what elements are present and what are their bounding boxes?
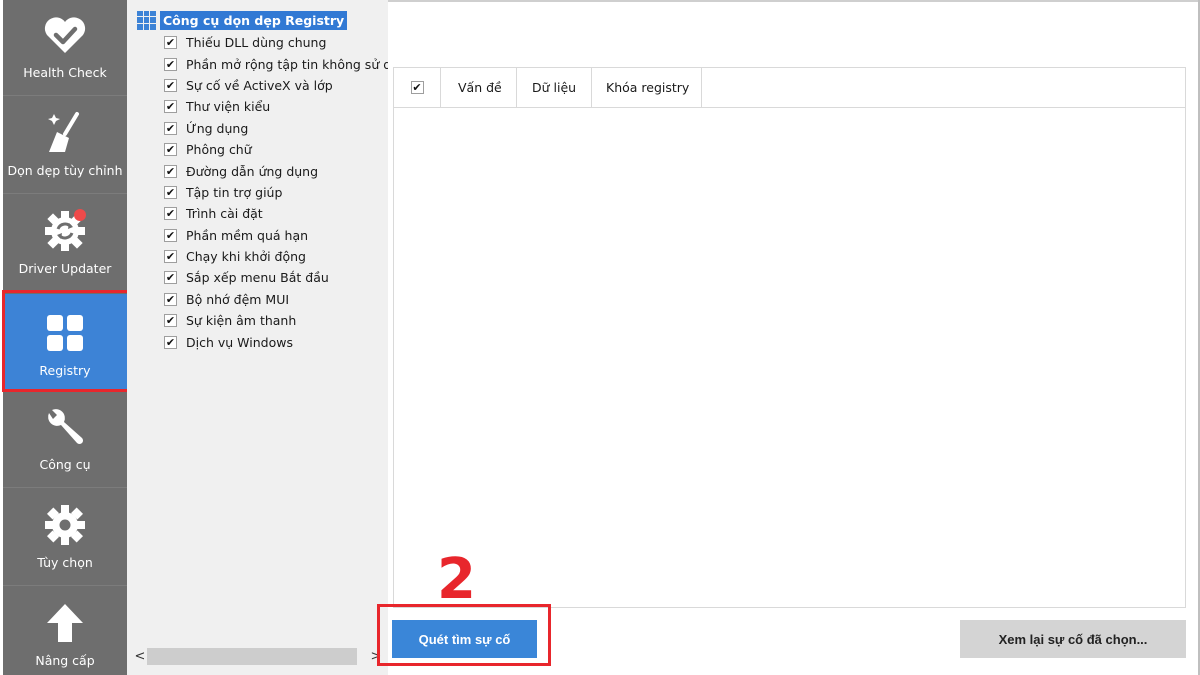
results-header: ✔ Vấn đề Dữ liệu Khóa registry [394, 68, 1185, 108]
tree-item-label: Phông chữ [186, 142, 252, 158]
checkbox[interactable]: ✔ [164, 271, 177, 285]
tree-item-label: Chạy khi khởi động [186, 249, 306, 265]
tree-item-label: Đường dẫn ứng dụng [186, 163, 319, 179]
nav-label: Health Check [23, 65, 107, 80]
checkbox[interactable]: ✔ [164, 185, 177, 199]
tree-item[interactable]: ✔ Sắp xếp menu Bắt đầu [164, 267, 388, 288]
tree-item-label: Phần mềm quá hạn [186, 227, 309, 243]
checkbox[interactable]: ✔ [164, 250, 177, 264]
tree-item-label: Dịch vụ Windows [186, 334, 293, 350]
tree-root[interactable]: Công cụ dọn dẹp Registry [137, 10, 348, 30]
step-2-label: 2 [437, 547, 476, 612]
tree-item[interactable]: ✔ Bộ nhớ đệm MUI [164, 289, 388, 310]
review-selected-issues-button[interactable]: Xem lại sự cố đã chọn... [960, 620, 1186, 658]
nav-upgrade[interactable]: Nâng cấp [3, 588, 127, 675]
tree-item-label: Sự kiện âm thanh [186, 313, 297, 329]
checkbox[interactable]: ✔ [164, 164, 177, 178]
checkbox[interactable]: ✔ [164, 335, 177, 349]
tree-item-label: Phần mở rộng tập tin không sử dụ [186, 56, 388, 72]
checkbox[interactable]: ✔ [164, 121, 177, 135]
nav-label: Công cụ [39, 457, 91, 472]
grid-icon [137, 10, 156, 30]
nav-label: Dọn dẹp tùy chỉnh [7, 163, 123, 178]
gear-icon [42, 502, 88, 548]
broom-icon [42, 110, 88, 156]
tree-item-label: Trình cài đặt [186, 206, 263, 222]
scroll-left-icon[interactable]: < [133, 649, 147, 664]
nav-tools[interactable]: Công cụ [3, 392, 127, 488]
tree-root-label: Công cụ dọn dẹp Registry [160, 10, 348, 30]
tree-item[interactable]: ✔ Phông chữ [164, 139, 388, 160]
checkbox[interactable]: ✔ [164, 78, 177, 92]
nav-label: Tùy chọn [37, 555, 93, 570]
tree-item[interactable]: ✔ Đường dẫn ứng dụng [164, 160, 388, 181]
checkbox[interactable]: ✔ [164, 207, 177, 221]
tree-item-label: Sự cố về ActiveX và lớp [186, 77, 333, 93]
registry-highlight-box [2, 290, 130, 392]
tree-item-label: Ứng dụng [186, 120, 249, 136]
scroll-thumb[interactable] [147, 647, 357, 665]
scan-issues-button[interactable]: Quét tìm sự cố [392, 620, 537, 658]
tree-item[interactable]: ✔ Phần mở rộng tập tin không sử dụ [164, 53, 388, 74]
tree-item-label: Bộ nhớ đệm MUI [186, 291, 290, 307]
tree-item[interactable]: ✔ Dịch vụ Windows [164, 331, 388, 352]
registry-tree-panel: Công cụ dọn dẹp Registry ✔ Thiếu DLL dùng… [127, 0, 388, 675]
checkbox[interactable]: ✔ [164, 228, 177, 242]
tree-item[interactable]: ✔ Sự cố về ActiveX và lớp [164, 75, 388, 96]
tree-horizontal-scrollbar[interactable]: < > [133, 646, 383, 666]
tree-item-label: Thiếu DLL dùng chung [186, 35, 327, 51]
column-header-data[interactable]: Dữ liệu [517, 68, 592, 107]
checkbox[interactable]: ✔ [164, 292, 177, 306]
tree-item[interactable]: ✔ Thư viện kiểu [164, 96, 388, 117]
nav-label: Nâng cấp [35, 653, 95, 668]
checkbox[interactable]: ✔ [164, 100, 177, 114]
results-table: ✔ Vấn đề Dữ liệu Khóa registry [393, 67, 1186, 608]
checkbox[interactable]: ✔ [164, 143, 177, 157]
tree-item[interactable]: ✔ Phần mềm quá hạn [164, 225, 388, 246]
tree-item-label: Thư viện kiểu [186, 99, 271, 115]
tree-item-label: Tập tin trợ giúp [186, 184, 283, 200]
checkbox[interactable]: ✔ [164, 57, 177, 71]
tree-item[interactable]: ✔ Chạy khi khởi động [164, 246, 388, 267]
nav-label: Driver Updater [18, 261, 112, 276]
column-header-issue[interactable]: Vấn đề [441, 68, 517, 107]
arrow-up-icon [42, 600, 88, 646]
column-header-registry-key[interactable]: Khóa registry [592, 68, 702, 107]
checkbox[interactable]: ✔ [164, 36, 177, 50]
tree-item[interactable]: ✔ Tập tin trợ giúp [164, 182, 388, 203]
tree-item[interactable]: ✔ Ứng dụng [164, 118, 388, 139]
scroll-track[interactable] [147, 647, 369, 665]
nav-custom-clean[interactable]: Dọn dẹp tùy chỉnh [3, 98, 127, 194]
tree-list: ✔ Thiếu DLL dùng chung ✔ Phần mở rộng tập … [164, 32, 388, 353]
checkbox[interactable]: ✔ [164, 314, 177, 328]
select-all-checkbox[interactable]: ✔ [410, 81, 424, 94]
heart-check-icon [42, 12, 88, 58]
nav-health-check[interactable]: Health Check [3, 0, 127, 96]
tree-item[interactable]: ✔ Trình cài đặt [164, 203, 388, 224]
nav-options[interactable]: Tùy chọn [3, 490, 127, 586]
tree-item-label: Sắp xếp menu Bắt đầu [186, 270, 329, 286]
main-top-border [388, 0, 1200, 2]
gear-refresh-icon [42, 208, 88, 254]
select-all-column[interactable]: ✔ [394, 68, 441, 107]
tree-item[interactable]: ✔ Sự kiện âm thanh [164, 310, 388, 331]
tree-item[interactable]: ✔ Thiếu DLL dùng chung [164, 32, 388, 53]
wrench-icon [42, 404, 88, 450]
nav-driver-updater[interactable]: Driver Updater [3, 196, 127, 292]
